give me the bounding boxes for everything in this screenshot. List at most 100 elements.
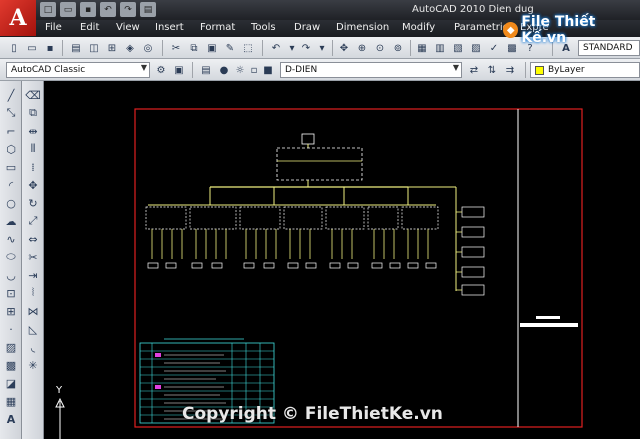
polyline-icon[interactable]: ⌐ (3, 123, 19, 139)
ellipse-arc-icon[interactable]: ◡ (3, 267, 19, 283)
extend-icon[interactable]: ⇥ (25, 267, 41, 283)
workspace-save-icon[interactable]: ▣ (171, 62, 187, 78)
layer-combo[interactable]: D-DIEN ▼ (280, 62, 462, 78)
point-icon[interactable]: · (3, 321, 19, 337)
line-icon[interactable]: ╱ (3, 87, 19, 103)
copyright-watermark: Copyright © FileThietKe.vn (182, 404, 443, 424)
main-feed-box (301, 133, 315, 145)
match-properties-icon[interactable]: ✎ (222, 40, 238, 56)
autocad-window: A □ ▭ ▪ ↶ ↷ ▤ AutoCAD 2010 Dien dug ◆ Fi… (0, 0, 640, 439)
watermark-text: File Thiết Kế.vn (521, 14, 596, 46)
sheet-set-icon[interactable]: ▨ (468, 40, 484, 56)
open-icon[interactable]: ▭ (24, 40, 40, 56)
offset-icon[interactable]: ⫴ (25, 141, 41, 157)
properties-icon[interactable]: ▦ (414, 40, 430, 56)
application-menu-button[interactable]: A (0, 0, 36, 36)
layer-value: D-DIEN (285, 65, 318, 75)
region-icon[interactable]: ◪ (3, 375, 19, 391)
undo-icon[interactable]: ↶ (100, 2, 116, 17)
right-panels (461, 206, 485, 296)
sub-panel-2 (189, 206, 237, 230)
workspace-combo[interactable]: AutoCAD Classic ▼ (6, 62, 150, 78)
zoom-window-icon[interactable]: ⊙ (372, 40, 388, 56)
3d-dwf-icon[interactable]: ◈ (122, 40, 138, 56)
save-icon[interactable]: ▪ (80, 2, 96, 17)
polygon-icon[interactable]: ⬡ (3, 141, 19, 157)
open-icon[interactable]: ▭ (60, 2, 76, 17)
tool-palettes-icon[interactable]: ▧ (450, 40, 466, 56)
insert-block-icon[interactable]: ⊡ (3, 285, 19, 301)
menu-dimension[interactable]: Dimension (336, 22, 389, 33)
drawing-area[interactable]: Y (44, 81, 640, 439)
array-icon[interactable]: ⁞ (25, 159, 41, 175)
revision-cloud-icon[interactable]: ☁ (3, 213, 19, 229)
quick-access-toolbar: □ ▭ ▪ ↶ ↷ ▤ (40, 2, 156, 17)
plot-icon[interactable]: ▤ (68, 40, 84, 56)
hatch-icon[interactable]: ▨ (3, 339, 19, 355)
table-icon[interactable]: ▦ (3, 393, 19, 409)
trim-icon[interactable]: ✂ (25, 249, 41, 265)
modify-toolbar: ⌫ ⧉ ⇹ ⫴ ⁞ ✥ ↻ ⤢ ⇔ ✂ ⇥ ⦚ ⋈ ◺ ◟ ✳ (22, 81, 44, 439)
new-icon[interactable]: ▯ (6, 40, 22, 56)
layer-properties-icon[interactable]: ▤ (198, 62, 214, 78)
plot-preview-icon[interactable]: ◫ (86, 40, 102, 56)
gradient-icon[interactable]: ▩ (3, 357, 19, 373)
explode-icon[interactable]: ✳ (25, 357, 41, 373)
layer-states-icon[interactable]: ⇉ (502, 62, 518, 78)
menu-parametric[interactable]: Parametric (454, 22, 508, 33)
redo-icon[interactable]: ↷ (120, 2, 136, 17)
zoom-realtime-icon[interactable]: ⊕ (354, 40, 370, 56)
scale-icon[interactable]: ⤢ (25, 213, 41, 229)
rotate-icon[interactable]: ↻ (25, 195, 41, 211)
fillet-icon[interactable]: ◟ (25, 339, 41, 355)
cut-icon[interactable]: ✂ (168, 40, 184, 56)
rectangle-icon[interactable]: ▭ (3, 159, 19, 175)
menu-modify[interactable]: Modify (402, 22, 435, 33)
stretch-icon[interactable]: ⇔ (25, 231, 41, 247)
copy-object-icon[interactable]: ⧉ (25, 105, 41, 121)
pan-icon[interactable]: ✥ (336, 40, 352, 56)
break-icon[interactable]: ⦚ (25, 285, 41, 301)
zoom-previous-icon[interactable]: ⊚ (390, 40, 406, 56)
design-center-icon[interactable]: ▥ (432, 40, 448, 56)
paste-icon[interactable]: ▣ (204, 40, 220, 56)
watermark-badge-icon: ◆ (503, 22, 519, 38)
spline-icon[interactable]: ∿ (3, 231, 19, 247)
mirror-icon[interactable]: ⇹ (25, 123, 41, 139)
menu-view[interactable]: View (116, 22, 140, 33)
make-block-icon[interactable]: ⊞ (3, 303, 19, 319)
menu-insert[interactable]: Insert (155, 22, 184, 33)
menu-edit[interactable]: Edit (80, 22, 99, 33)
make-current-layer-icon[interactable]: ⇄ (466, 62, 482, 78)
move-icon[interactable]: ✥ (25, 177, 41, 193)
color-combo[interactable]: ByLayer (530, 62, 640, 78)
multiline-text-icon[interactable]: A (3, 411, 19, 427)
etransmit-icon[interactable]: ◎ (140, 40, 156, 56)
workspace-settings-icon[interactable]: ⚙ (153, 62, 169, 78)
block-editor-icon[interactable]: ⬚ (240, 40, 256, 56)
menu-tools[interactable]: Tools (251, 22, 276, 33)
publish-icon[interactable]: ⊞ (104, 40, 120, 56)
new-icon[interactable]: □ (40, 2, 56, 17)
drawing-svg: Y (55, 108, 583, 439)
watermark-logo: ◆ File Thiết Kế.vn (503, 14, 640, 46)
chamfer-icon[interactable]: ◺ (25, 321, 41, 337)
ellipse-icon[interactable]: ⬭ (3, 249, 19, 265)
join-icon[interactable]: ⋈ (25, 303, 41, 319)
redo-dropdown-icon[interactable]: ▾ (314, 40, 330, 56)
copy-icon[interactable]: ⧉ (186, 40, 202, 56)
undo-icon[interactable]: ↶ (268, 40, 284, 56)
sub-panel-7 (401, 206, 439, 230)
arc-icon[interactable]: ◜ (3, 177, 19, 193)
layer-previous-icon[interactable]: ⇅ (484, 62, 500, 78)
menu-draw[interactable]: Draw (294, 22, 320, 33)
markup-icon[interactable]: ✓ (486, 40, 502, 56)
erase-icon[interactable]: ⌫ (25, 87, 41, 103)
construction-line-icon[interactable]: ⤡ (3, 105, 19, 121)
circle-icon[interactable]: ○ (3, 195, 19, 211)
menu-format[interactable]: Format (200, 22, 235, 33)
menu-file[interactable]: File (45, 22, 62, 33)
save-icon[interactable]: ▪ (42, 40, 58, 56)
plot-icon[interactable]: ▤ (140, 2, 156, 17)
redo-icon[interactable]: ↷ (298, 40, 314, 56)
